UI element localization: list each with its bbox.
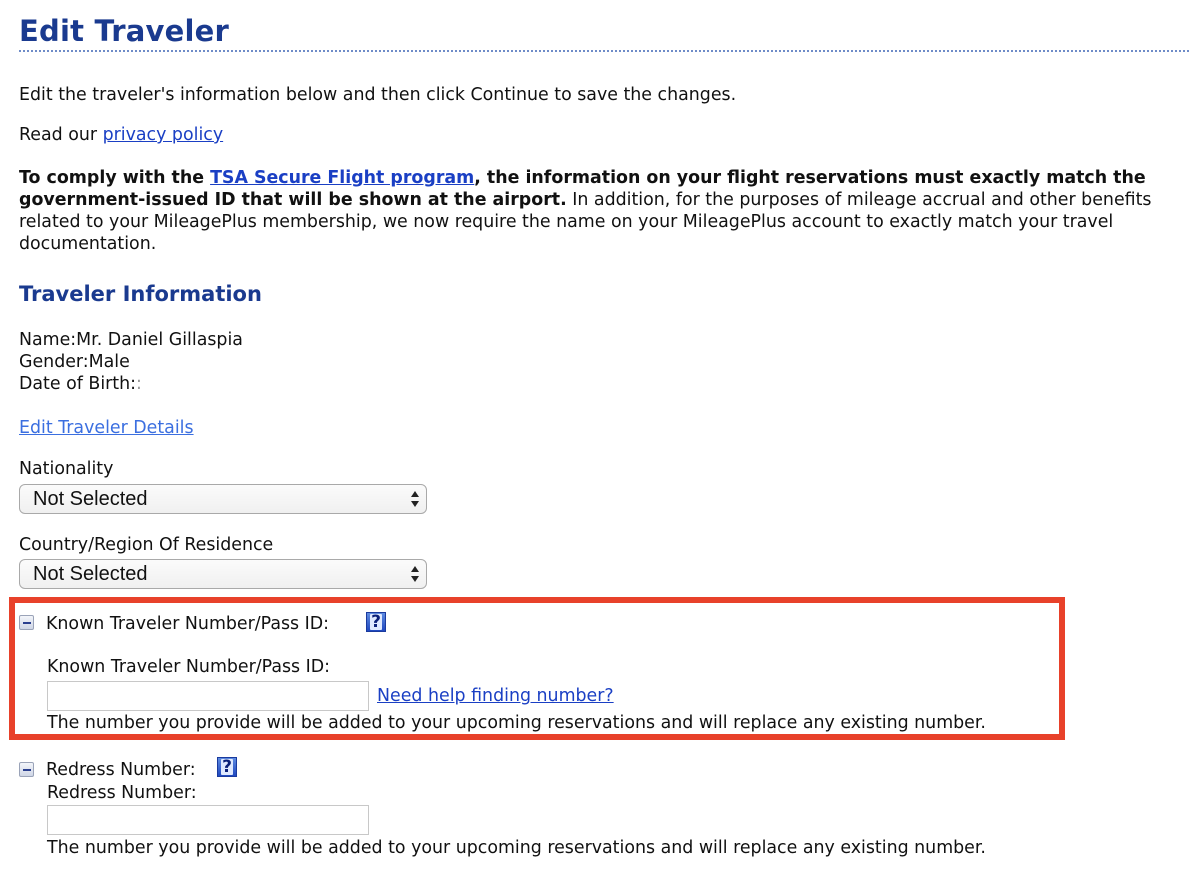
known-traveler-number-input[interactable] [47, 681, 369, 711]
nationality-select[interactable]: Not Selected [19, 484, 427, 514]
residence-label: Country/Region Of Residence [19, 535, 274, 555]
redress-note: The number you provide will be added to … [47, 838, 986, 858]
known-traveler-help-icon[interactable]: ? [366, 612, 386, 632]
redress-header: Redress Number: [46, 760, 196, 780]
residence-selected-value: Not Selected [33, 563, 148, 585]
dob-value: : [136, 374, 142, 394]
edit-traveler-details-link[interactable]: Edit Traveler Details [19, 417, 194, 439]
gender-label: Gender: [19, 352, 89, 372]
redress-number-input[interactable] [47, 805, 369, 835]
privacy-line: Read our privacy policy [19, 124, 223, 146]
need-help-finding-number-link[interactable]: Need help finding number? [377, 685, 614, 707]
page-title: Edit Traveler [19, 14, 230, 48]
help-glyph: ? [221, 757, 233, 777]
help-glyph: ? [370, 612, 382, 632]
traveler-information-heading: Traveler Information [19, 282, 262, 306]
known-traveler-header: Known Traveler Number/Pass ID: [46, 614, 330, 634]
name-value: Mr. Daniel Gillaspia [76, 330, 243, 350]
known-traveler-note: The number you provide will be added to … [47, 713, 986, 733]
redress-collapse-icon[interactable] [19, 762, 34, 777]
privacy-prefix: Read our [19, 125, 103, 145]
known-traveler-input-label: Known Traveler Number/Pass ID: [47, 657, 331, 677]
residence-select[interactable]: Not Selected [19, 559, 427, 589]
compliance-bold-prefix: To comply with the [19, 168, 211, 188]
intro-text: Edit the traveler's information below an… [19, 85, 737, 105]
tsa-secure-flight-link[interactable]: TSA Secure Flight program [210, 168, 474, 188]
info-row-name: Name:Mr. Daniel Gillaspia [19, 329, 243, 351]
title-divider [19, 50, 1189, 52]
dob-label: Date of Birth: [19, 374, 136, 394]
redress-input-label: Redress Number: [47, 783, 197, 803]
privacy-policy-link[interactable]: privacy policy [103, 125, 224, 145]
nationality-selected-value: Not Selected [33, 488, 148, 510]
compliance-notice: To comply with the TSA Secure Flight pro… [19, 167, 1189, 255]
nationality-label: Nationality [19, 459, 114, 479]
known-traveler-collapse-icon[interactable] [19, 615, 34, 630]
info-row-gender: Gender:Male [19, 351, 243, 373]
gender-value: Male [88, 352, 130, 372]
name-label: Name: [19, 330, 77, 350]
redress-help-icon[interactable]: ? [217, 757, 237, 777]
info-row-dob: Date of Birth:: [19, 373, 243, 395]
traveler-info-list: Name:Mr. Daniel Gillaspia Gender:Male Da… [19, 329, 243, 395]
up-down-arrows-icon [411, 491, 419, 507]
up-down-arrows-icon [411, 566, 419, 582]
